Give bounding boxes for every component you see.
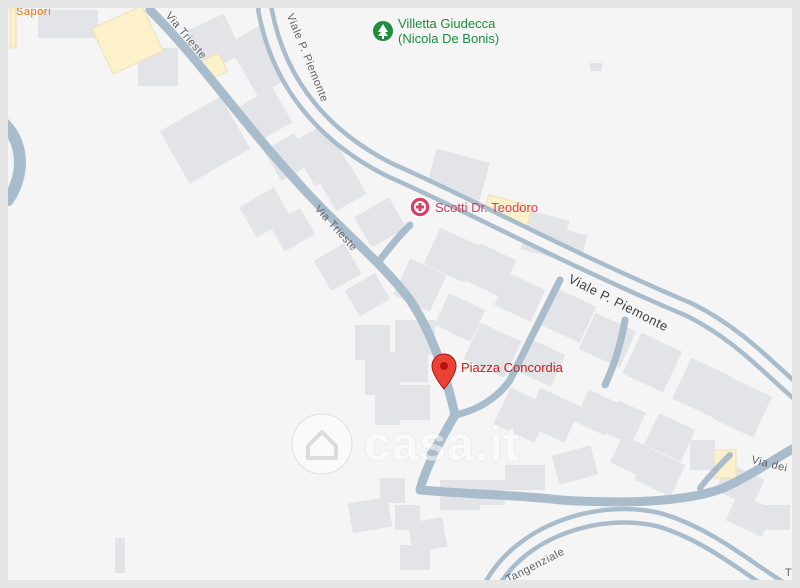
house-logo-icon: [291, 413, 353, 475]
location-pin-icon: [431, 353, 457, 390]
poi-piazza-concordia[interactable]: Piazza Concordia: [431, 353, 563, 391]
building-blocks: [38, 10, 790, 573]
poi-scotti-dr-teodoro[interactable]: Scotti Dr. Teodoro: [409, 196, 538, 218]
park-tree-icon: [373, 21, 393, 41]
street-label-top-left-fragment: Saporì: [16, 6, 52, 18]
map-viewport[interactable]: Villetta Giudecca (Nicola De Bonis) Scot…: [0, 0, 800, 588]
poi-villetta-giudecca-label: Villetta Giudecca (Nicola De Bonis): [398, 16, 500, 46]
poi-villetta-giudecca[interactable]: Villetta Giudecca (Nicola De Bonis): [372, 16, 499, 46]
medical-cross-icon: [409, 196, 431, 218]
street-label-right-fragment: Tr: [785, 567, 796, 579]
map-canvas[interactable]: [0, 0, 800, 588]
poi-scotti-label: Scotti Dr. Teodoro: [435, 199, 539, 215]
casa-it-watermark: casa.it: [290, 412, 520, 476]
poi-piazza-concordia-label: Piazza Concordia: [461, 360, 563, 375]
watermark-text: casa.it: [364, 417, 521, 471]
